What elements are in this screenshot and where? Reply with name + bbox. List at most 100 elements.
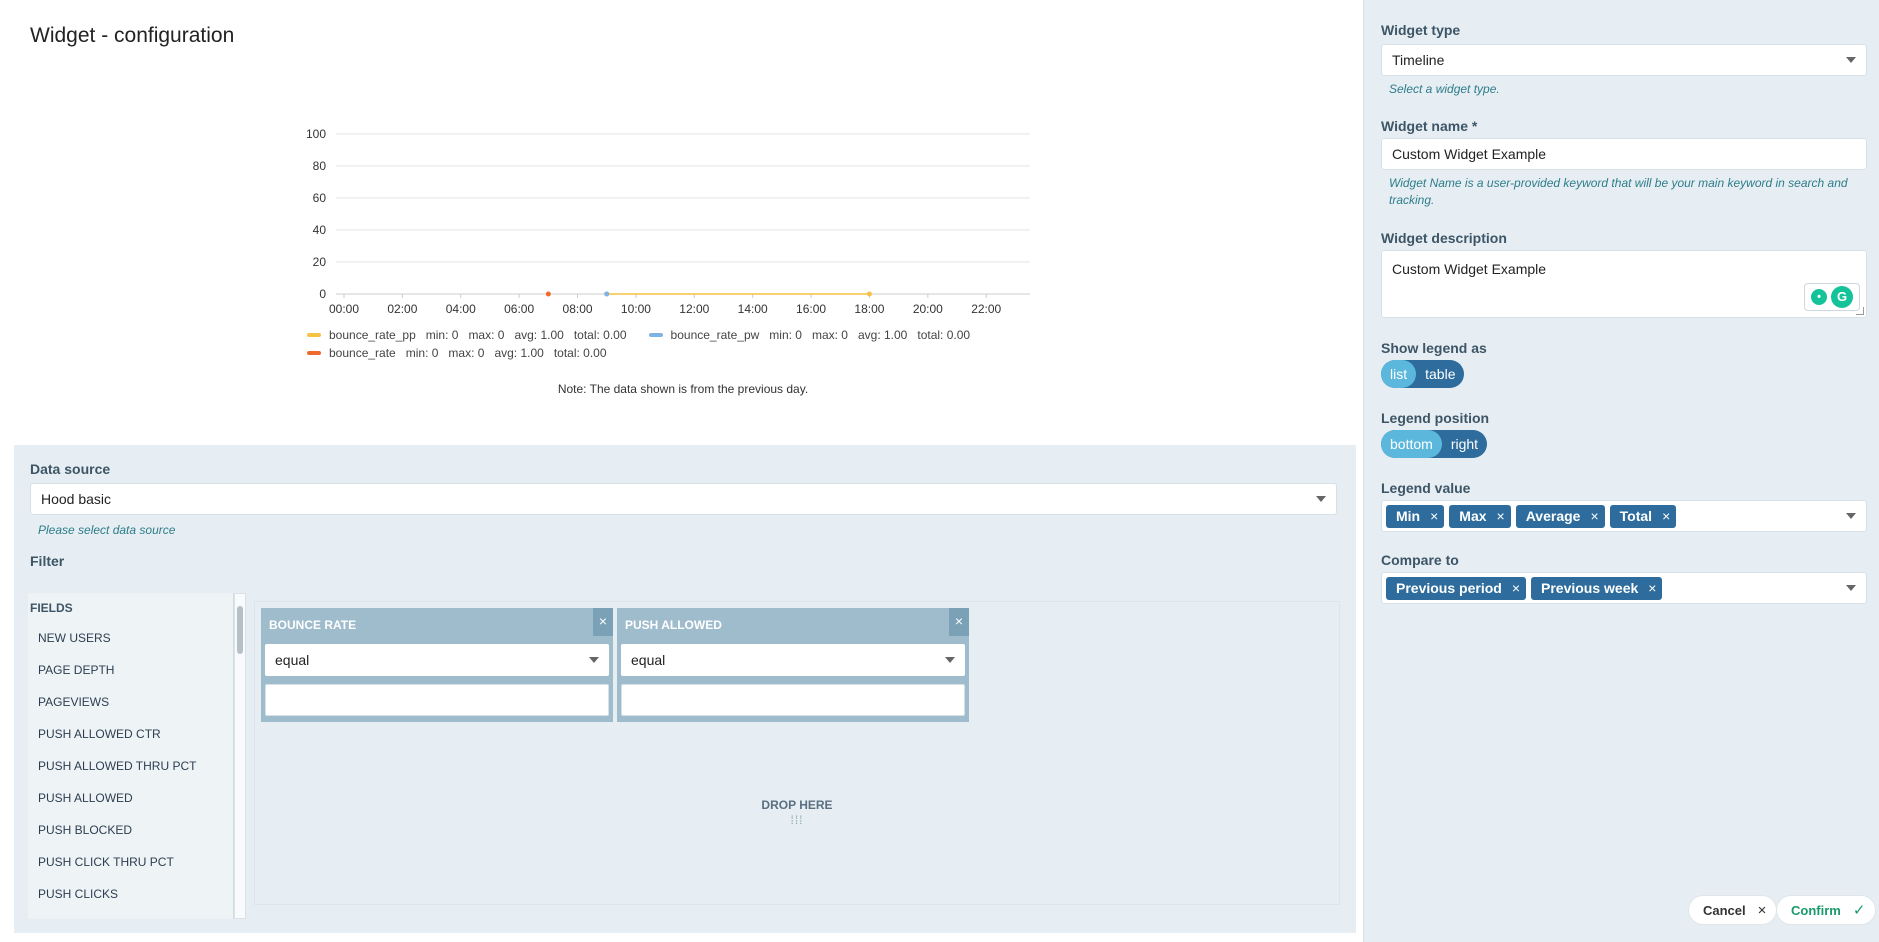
chevron-down-icon[interactable] — [1846, 585, 1856, 591]
resize-handle-icon[interactable] — [1856, 307, 1864, 315]
operator-select[interactable]: equal — [265, 644, 609, 676]
close-icon[interactable]: × — [1497, 508, 1505, 524]
widget-type-select[interactable]: Timeline — [1381, 44, 1867, 76]
y-tick-label: 100 — [306, 127, 326, 141]
tag-min: Min × — [1386, 504, 1445, 528]
grammarly-icon[interactable]: G — [1831, 286, 1853, 308]
tag-label: Total — [1619, 508, 1653, 524]
close-icon[interactable]: × — [1648, 580, 1656, 596]
show-legend-as-toggle: list table — [1381, 360, 1465, 388]
close-icon[interactable]: × — [1662, 508, 1670, 524]
legend-name: bounce_rate_pp — [329, 328, 416, 342]
field-item-new-users[interactable]: NEW USERS — [38, 631, 111, 645]
field-item-push-allowed-thru-pct[interactable]: PUSH ALLOWED THRU PCT — [38, 759, 196, 773]
toggle-option-table[interactable]: table — [1416, 360, 1464, 388]
operator-value: equal — [631, 652, 666, 668]
chart-note: Note: The data shown is from the previou… — [557, 382, 809, 396]
x-tick-label: 12:00 — [679, 302, 709, 316]
filter-value-input[interactable] — [621, 684, 965, 716]
chevron-down-icon[interactable] — [1846, 513, 1856, 519]
compare-to-multiselect[interactable]: Previous period × Previous week × — [1381, 572, 1867, 604]
close-icon[interactable]: × — [949, 608, 969, 636]
field-item-push-blocked[interactable]: PUSH BLOCKED — [38, 823, 132, 837]
fields-list: FIELDS NEW USERS PAGE DEPTH PAGEVIEWS PU… — [28, 593, 234, 919]
confirm-label: Confirm — [1791, 902, 1841, 918]
data-source-select[interactable]: Hood basic — [30, 483, 1337, 515]
widget-description-value: Custom Widget Example — [1392, 261, 1547, 277]
widget-type-value: Timeline — [1392, 52, 1445, 68]
config-sidebar: Widget type Timeline Select a widget typ… — [1363, 0, 1879, 942]
field-item-page-depth[interactable]: PAGE DEPTH — [38, 663, 114, 677]
data-source-hint: Please select data source — [38, 523, 176, 537]
close-icon[interactable]: × — [593, 608, 613, 636]
x-tick-label: 10:00 — [621, 302, 651, 316]
legend-row-2: bounce_rate min: 0 max: 0 avg: 1.00 tota… — [307, 346, 617, 360]
chevron-down-icon — [589, 657, 599, 663]
field-item-push-clicks[interactable]: PUSH CLICKS — [38, 887, 118, 901]
compare-to-label: Compare to — [1381, 552, 1459, 568]
tag-label: Previous week — [1541, 580, 1639, 596]
legend-avg: avg: 1.00 — [857, 328, 908, 342]
toggle-option-right[interactable]: right — [1442, 430, 1487, 458]
filter-card-title: BOUNCE RATE — [269, 618, 357, 632]
x-tick-label: 18:00 — [854, 302, 884, 316]
cancel-button[interactable]: Cancel × — [1688, 895, 1778, 925]
x-tick-label: 06:00 — [504, 302, 534, 316]
confirm-button[interactable]: Confirm ✓ — [1776, 895, 1877, 925]
data-source-label: Data source — [30, 461, 111, 477]
legend-total: total: 0.00 — [573, 328, 627, 342]
x-tick-label: 08:00 — [563, 302, 593, 316]
widget-description-textarea[interactable]: Custom Widget Example • G — [1381, 250, 1867, 318]
legend-max: max: 0 — [468, 328, 505, 342]
legend-total: total: 0.00 — [553, 346, 607, 360]
field-item-push-allowed-ctr[interactable]: PUSH ALLOWED CTR — [38, 727, 161, 741]
y-tick-label: 40 — [313, 223, 327, 237]
widget-name-hint: Widget Name is a user-provided keyword t… — [1389, 176, 1848, 207]
grammarly-widget[interactable]: • G — [1804, 283, 1860, 311]
fields-scrollbar[interactable] — [234, 593, 246, 919]
field-item-pageviews[interactable]: PAGEVIEWS — [38, 695, 109, 709]
field-item-push-click-thru-pct[interactable]: PUSH CLICK THRU PCT — [38, 855, 174, 869]
legend-value-multiselect[interactable]: Min × Max × Average × Total × — [1381, 500, 1867, 532]
tag-label: Min — [1396, 508, 1421, 524]
chart-svg: 0 20 40 60 80 100 00:00 02:00 04:00 06:00 08:00 10:… — [306, 127, 1030, 316]
drag-handle-icon: ⁞⁞⁞ — [790, 813, 804, 827]
legend-value-label: Legend value — [1381, 480, 1471, 496]
filter-label: Filter — [30, 553, 65, 569]
close-icon[interactable]: × — [1430, 508, 1438, 524]
timeline-chart: 0 20 40 60 80 100 00:00 02:00 04:00 06:00 08:00 10:… — [280, 120, 1060, 410]
cancel-label: Cancel — [1703, 902, 1746, 918]
toggle-option-list[interactable]: list — [1381, 360, 1417, 388]
toggle-option-bottom[interactable]: bottom — [1381, 430, 1442, 458]
scrollbar-thumb[interactable] — [237, 606, 243, 654]
tag-label: Average — [1525, 508, 1581, 524]
y-tick-label: 20 — [313, 255, 327, 269]
field-item-push-allowed[interactable]: PUSH ALLOWED — [38, 791, 133, 805]
x-tick-label: 04:00 — [446, 302, 476, 316]
tag-total: Total × — [1609, 504, 1677, 528]
widget-name-input[interactable]: Custom Widget Example — [1381, 138, 1867, 170]
legend-min: min: 0 — [405, 346, 439, 360]
tag-label: Max — [1459, 508, 1487, 524]
legend-swatch-bounce-rate-pw — [648, 333, 663, 337]
legend-swatch-bounce-rate-pp — [307, 333, 321, 337]
legend-min: min: 0 — [769, 328, 802, 342]
legend-swatch-bounce-rate — [307, 351, 321, 355]
close-icon[interactable]: × — [1590, 508, 1598, 524]
x-tick-label: 14:00 — [738, 302, 768, 316]
data-point-bounce_rate — [545, 291, 551, 297]
legend-avg: avg: 1.00 — [514, 328, 564, 342]
widget-configuration-page: Widget - configuration 0 20 40 60 80 100 00:00… — [0, 0, 1879, 942]
close-icon[interactable]: × — [1512, 580, 1520, 596]
check-icon: ✓ — [1852, 902, 1866, 919]
x-tick-label: 00:00 — [329, 302, 359, 316]
show-legend-as-label: Show legend as — [1381, 340, 1487, 356]
x-tick-label: 20:00 — [913, 302, 943, 316]
x-tick-label: 02:00 — [387, 302, 417, 316]
operator-select[interactable]: equal — [621, 644, 965, 676]
filter-value-input[interactable] — [265, 684, 609, 716]
page-title: Widget - configuration — [30, 24, 235, 47]
widget-name-label: Widget name * — [1381, 118, 1478, 134]
lightbulb-icon[interactable]: • — [1811, 289, 1827, 305]
legend-row-1: bounce_rate_pp min: 0 max: 0 avg: 1.00 t… — [307, 328, 980, 342]
